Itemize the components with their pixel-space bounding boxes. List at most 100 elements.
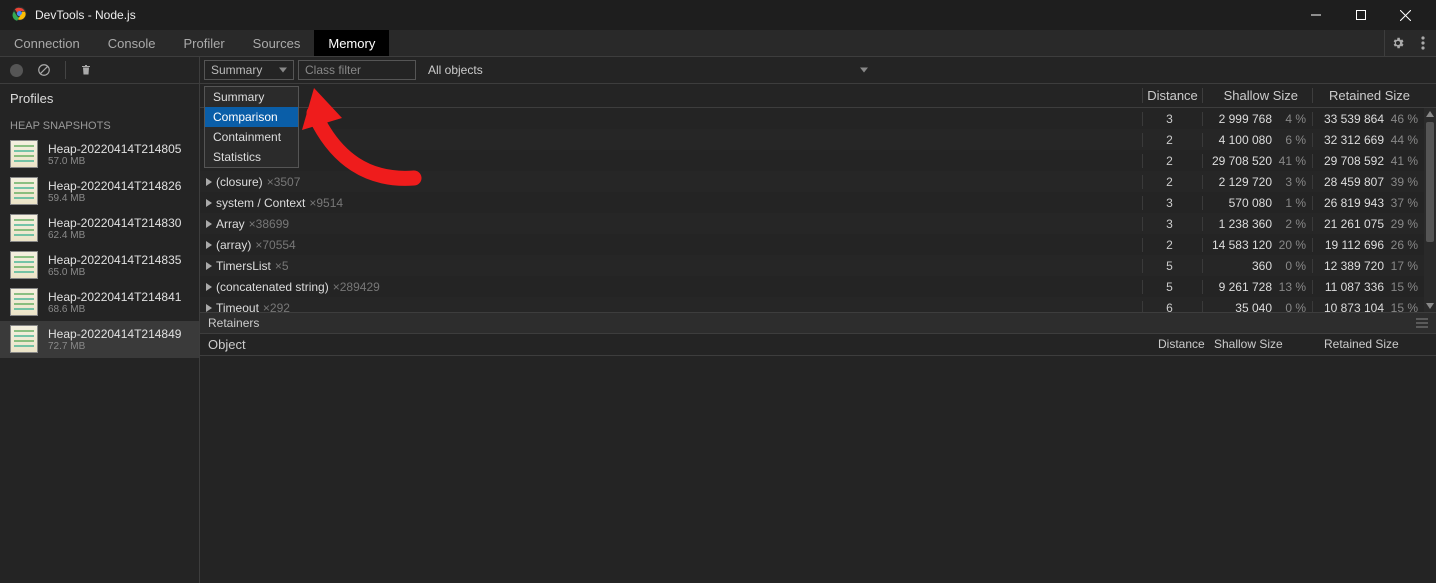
snapshot-item[interactable]: Heap-20220414T214826 59.4 MB — [0, 173, 199, 210]
scroll-down-icon[interactable] — [1424, 300, 1436, 312]
constructor-name: TimersList — [216, 259, 271, 273]
minimize-button[interactable] — [1293, 0, 1338, 30]
table-row[interactable]: system / Context ×9514 3 570 0801 % 26 8… — [200, 192, 1436, 213]
retainers-col-shallow[interactable]: Shallow Size — [1214, 337, 1324, 351]
cell-shallow: 3600 % — [1202, 259, 1312, 273]
snapshot-item[interactable]: Heap-20220414T214830 62.4 MB — [0, 210, 199, 247]
chevron-down-icon — [860, 68, 868, 73]
maximize-button[interactable] — [1338, 0, 1383, 30]
cell-distance: 5 — [1142, 280, 1202, 294]
heap-snapshots-label: HEAP SNAPSHOTS — [0, 113, 199, 136]
expand-icon[interactable] — [206, 241, 212, 249]
table-row[interactable]: Array ×38699 3 1 238 3602 % 21 261 07529… — [200, 213, 1436, 234]
header-distance[interactable]: Distance — [1142, 88, 1202, 103]
snapshot-name: Heap-20220414T214826 — [48, 179, 181, 193]
snapshot-size: 65.0 MB — [48, 267, 181, 278]
tab-sources[interactable]: Sources — [239, 30, 315, 56]
settings-icon[interactable] — [1384, 30, 1410, 56]
dropdown-item-summary[interactable]: Summary — [205, 87, 298, 107]
cell-shallow: 14 583 12020 % — [1202, 238, 1312, 252]
cell-distance: 2 — [1142, 175, 1202, 189]
tab-console[interactable]: Console — [94, 30, 170, 56]
cell-retained: 11 087 33615 % — [1312, 280, 1424, 294]
table-row[interactable]: TimersList ×5 5 3600 % 12 389 72017 % — [200, 255, 1436, 276]
snapshot-item[interactable]: Heap-20220414T214849 72.7 MB — [0, 321, 199, 358]
delete-icon[interactable] — [80, 63, 92, 77]
snapshot-icon — [10, 288, 38, 316]
main-tabbar: Connection Console Profiler Sources Memo… — [0, 30, 1436, 57]
object-filter-select[interactable]: All objects — [420, 60, 1432, 80]
scrollbar-thumb[interactable] — [1426, 122, 1434, 242]
close-button[interactable] — [1383, 0, 1428, 30]
table-row[interactable]: ×26531 3 2 999 7684 % 33 539 86446 % — [200, 108, 1436, 129]
header-retained[interactable]: Retained Size — [1312, 88, 1424, 103]
cell-retained: 12 389 72017 % — [1312, 259, 1424, 273]
grid-scrollbar[interactable] — [1424, 108, 1436, 312]
expand-icon[interactable] — [206, 178, 212, 186]
retainers-header[interactable]: Retainers — [200, 312, 1436, 334]
table-row[interactable]: (closure) ×3507 2 2 129 7203 % 28 459 80… — [200, 171, 1436, 192]
constructor-name: (array) — [216, 238, 251, 252]
snapshot-icon — [10, 214, 38, 242]
table-row[interactable]: Timeout ×292 6 35 0400 % 10 873 10415 % — [200, 297, 1436, 312]
snapshot-icon — [10, 140, 38, 168]
table-row[interactable]: (array) ×70554 2 14 583 12020 % 19 112 6… — [200, 234, 1436, 255]
retainers-col-object[interactable]: Object — [200, 337, 1154, 352]
tab-memory[interactable]: Memory — [314, 30, 389, 56]
clear-icon[interactable] — [37, 63, 51, 77]
dropdown-item-statistics[interactable]: Statistics — [205, 147, 298, 167]
retainers-label: Retainers — [208, 316, 259, 330]
kebab-menu-icon[interactable] — [1410, 30, 1436, 56]
instance-count: ×38699 — [249, 217, 289, 231]
hamburger-icon[interactable] — [1416, 317, 1428, 331]
retainers-col-distance[interactable]: Distance — [1154, 337, 1214, 351]
cell-retained: 28 459 80739 % — [1312, 175, 1424, 189]
snapshot-item[interactable]: Heap-20220414T214841 68.6 MB — [0, 284, 199, 321]
snapshot-item[interactable]: Heap-20220414T214805 57.0 MB — [0, 136, 199, 173]
constructor-name: (concatenated string) — [216, 280, 329, 294]
profiles-label: Profiles — [0, 84, 199, 113]
window-title: DevTools - Node.js — [35, 8, 1293, 22]
header-constructor[interactable]: Constructor — [200, 88, 1142, 103]
cell-distance: 5 — [1142, 259, 1202, 273]
chrome-logo-icon — [12, 6, 27, 24]
snapshot-item[interactable]: Heap-20220414T214835 65.0 MB — [0, 247, 199, 284]
retainers-col-retained[interactable]: Retained Size — [1324, 337, 1436, 351]
cell-retained: 19 112 69626 % — [1312, 238, 1424, 252]
class-filter-input[interactable] — [298, 60, 416, 80]
expand-icon[interactable] — [206, 220, 212, 228]
constructor-name: Array — [216, 217, 245, 231]
expand-icon[interactable] — [206, 262, 212, 270]
expand-icon[interactable] — [206, 199, 212, 207]
cell-retained: 21 261 07529 % — [1312, 217, 1424, 231]
snapshot-name: Heap-20220414T214841 — [48, 290, 181, 304]
grid-header: Constructor Distance Shallow Size Retain… — [200, 84, 1436, 108]
tab-profiler[interactable]: Profiler — [169, 30, 238, 56]
expand-icon[interactable] — [206, 283, 212, 291]
constructor-name: system / Context — [216, 196, 305, 210]
cell-retained: 10 873 10415 % — [1312, 301, 1424, 312]
chevron-down-icon — [279, 68, 287, 73]
view-select[interactable]: Summary — [204, 60, 294, 80]
scroll-up-icon[interactable] — [1424, 108, 1436, 120]
dropdown-item-containment[interactable]: Containment — [205, 127, 298, 147]
tab-connection[interactable]: Connection — [0, 30, 94, 56]
cell-retained: 33 539 86446 % — [1312, 112, 1424, 126]
table-row[interactable]: (string) ×15966 2 29 708 52041 % 29 708 … — [200, 150, 1436, 171]
snapshot-size: 59.4 MB — [48, 193, 181, 204]
dropdown-item-comparison[interactable]: Comparison — [205, 107, 298, 127]
table-row[interactable]: (concatenated string) ×289429 5 9 261 72… — [200, 276, 1436, 297]
cell-distance: 3 — [1142, 196, 1202, 210]
cell-shallow: 2 129 7203 % — [1202, 175, 1312, 189]
instance-count: ×292 — [263, 301, 290, 312]
instance-count: ×70554 — [255, 238, 295, 252]
constructors-grid: Constructor Distance Shallow Size Retain… — [200, 84, 1436, 312]
record-button[interactable] — [10, 64, 23, 77]
table-row[interactable]: 2 4 100 0806 % 32 312 66944 % — [200, 129, 1436, 150]
main-panel: Summary Summary Comparison Containment S… — [200, 57, 1436, 583]
expand-icon[interactable] — [206, 304, 212, 312]
cell-shallow: 35 0400 % — [1202, 301, 1312, 312]
memory-toolbar: Summary Summary Comparison Containment S… — [200, 57, 1436, 84]
header-shallow[interactable]: Shallow Size — [1202, 88, 1312, 103]
profiles-sidebar: Profiles HEAP SNAPSHOTS Heap-20220414T21… — [0, 57, 200, 583]
